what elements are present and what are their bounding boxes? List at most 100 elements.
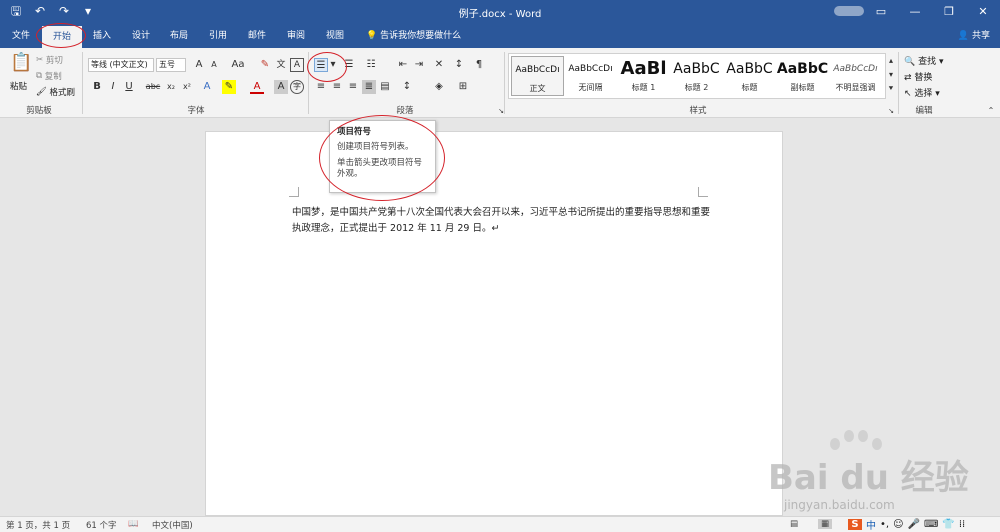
- chinese-layout-icon[interactable]: ✕: [432, 58, 446, 72]
- tab-review[interactable]: 审阅: [279, 24, 313, 48]
- show-marks-icon[interactable]: ¶: [472, 58, 486, 72]
- paragraph-group-label: 段落: [396, 106, 414, 116]
- tab-view[interactable]: 视图: [318, 24, 352, 48]
- pinyin-guide-icon[interactable]: 文: [274, 58, 288, 72]
- minimize-icon[interactable]: —: [898, 0, 932, 24]
- decrease-indent-icon[interactable]: ⇤: [396, 58, 410, 72]
- grow-font-icon[interactable]: A: [192, 58, 206, 72]
- baidu-watermark: Bai du 经验 jingyan.baidu.com: [768, 430, 978, 520]
- character-border-icon[interactable]: A: [290, 58, 304, 72]
- page-count[interactable]: 第 1 页，共 1 页: [6, 519, 70, 531]
- person-icon: 👤: [957, 31, 970, 41]
- tab-layout[interactable]: 布局: [162, 24, 196, 48]
- emoji-icon[interactable]: ☺: [893, 519, 903, 530]
- style-preview: AaBbC: [726, 61, 773, 77]
- collapse-ribbon-icon[interactable]: ⌃: [984, 104, 998, 118]
- underline-icon[interactable]: U: [122, 80, 136, 94]
- superscript-icon[interactable]: x²: [180, 80, 194, 94]
- shading-icon[interactable]: ◈: [432, 80, 446, 94]
- tab-file[interactable]: 文件: [6, 24, 36, 48]
- clear-formatting-icon[interactable]: ✎: [258, 58, 272, 72]
- toolbox-icon[interactable]: ⁞⁞: [959, 519, 965, 530]
- strikethrough-icon[interactable]: abc: [144, 80, 162, 94]
- share-button[interactable]: 👤 共享: [958, 24, 990, 48]
- tab-insert[interactable]: 插入: [86, 24, 118, 48]
- shrink-font-icon[interactable]: A: [207, 58, 221, 72]
- align-center-icon[interactable]: ≡: [330, 80, 344, 94]
- scissors-icon: ✂: [36, 55, 44, 65]
- paragraph-dialog-launcher-icon[interactable]: ↘: [494, 104, 508, 118]
- format-painter-button[interactable]: 🖌 格式刷: [36, 86, 75, 98]
- margin-corner-mark: [698, 187, 708, 197]
- style-item[interactable]: AaBbC 标题: [723, 56, 776, 96]
- line-spacing-icon[interactable]: ↕: [400, 80, 414, 94]
- style-item[interactable]: AaBbCcDı 正文: [511, 56, 564, 96]
- proofing-icon[interactable]: 📖: [128, 519, 139, 529]
- ime-toolbar: S 中 •, ☺ 🎤 ⌨ 👕 ⁞⁞: [848, 516, 965, 532]
- tab-references[interactable]: 引用: [201, 24, 235, 48]
- language[interactable]: 中文(中国): [152, 519, 193, 531]
- font-group-label: 字体: [187, 106, 205, 116]
- style-name: 标题 2: [684, 83, 709, 92]
- sogou-icon[interactable]: S: [848, 518, 862, 530]
- print-layout-icon[interactable]: ▦: [818, 519, 832, 529]
- close-icon[interactable]: ✕: [966, 0, 1000, 24]
- find-button[interactable]: 🔍 查找 ▾: [904, 54, 944, 67]
- read-mode-icon[interactable]: ▤: [790, 519, 798, 529]
- styles-scroll-up-icon[interactable]: ▴: [886, 54, 896, 68]
- lightbulb-icon: 💡: [366, 31, 378, 41]
- distributed-icon[interactable]: ▤: [378, 80, 392, 94]
- align-right-icon[interactable]: ≡: [346, 80, 360, 94]
- restore-icon[interactable]: ❐: [932, 0, 966, 24]
- font-name-combo[interactable]: 等线 (中文正文): [88, 58, 154, 72]
- borders-icon[interactable]: ⊞: [456, 80, 470, 94]
- paw-icon: [844, 430, 854, 442]
- copy-button[interactable]: ⧉ 复制: [36, 70, 62, 82]
- replace-button[interactable]: ⇄ 替换: [904, 70, 932, 83]
- word-count[interactable]: 61 个字: [86, 519, 117, 531]
- increase-indent-icon[interactable]: ⇥: [412, 58, 426, 72]
- ime-mode-icon[interactable]: 中: [866, 517, 876, 532]
- sort-icon[interactable]: ↕: [452, 58, 466, 72]
- paste-button[interactable]: 粘贴: [10, 80, 27, 92]
- styles-more-icon[interactable]: ⯆: [886, 82, 896, 96]
- document-page[interactable]: 中国梦，是中国共产党第十八次全国代表大会召开以来，习近平总书记所提出的重要指导思…: [205, 131, 783, 516]
- highlight-ring-home-tab: [36, 23, 86, 48]
- font-size-combo[interactable]: 五号: [156, 58, 186, 72]
- change-case-icon[interactable]: Aa: [228, 58, 248, 72]
- align-left-icon[interactable]: ≡: [314, 80, 328, 94]
- enclose-characters-icon[interactable]: 字: [290, 80, 304, 94]
- skin-icon[interactable]: 👕: [942, 519, 954, 530]
- cut-button[interactable]: ✂ 剪切: [36, 54, 63, 66]
- justify-icon[interactable]: ≣: [362, 80, 376, 94]
- tab-mailings[interactable]: 邮件: [240, 24, 274, 48]
- highlight-ring-tooltip: [319, 115, 445, 201]
- text-effects-icon[interactable]: A: [200, 80, 214, 94]
- ribbon-display-icon[interactable]: ▭: [864, 0, 898, 24]
- paste-icon[interactable]: 📋: [10, 54, 32, 78]
- punctuation-icon[interactable]: •,: [880, 519, 889, 530]
- subscript-icon[interactable]: x₂: [164, 80, 178, 94]
- styles-scroll-down-icon[interactable]: ▾: [886, 68, 896, 82]
- tell-me-label: 告诉我你想要做什么: [380, 31, 462, 41]
- styles-dialog-launcher-icon[interactable]: ↘: [884, 104, 898, 118]
- style-name: 不明显强调: [835, 83, 876, 92]
- style-item[interactable]: AaBbCcDı 无间隔: [564, 56, 617, 96]
- multilevel-list-icon[interactable]: ☷: [364, 58, 378, 72]
- microphone-icon[interactable]: 🎤: [908, 519, 920, 530]
- highlight-icon[interactable]: ✎: [222, 80, 236, 94]
- style-item[interactable]: AaBbCcDı 不明显强调: [829, 56, 882, 96]
- bold-icon[interactable]: B: [90, 80, 104, 94]
- select-button[interactable]: ↖ 选择 ▾: [904, 86, 940, 99]
- character-shading-icon[interactable]: A: [274, 80, 288, 94]
- keyboard-icon[interactable]: ⌨: [924, 519, 938, 530]
- styles-group-label: 样式: [689, 106, 707, 116]
- font-color-icon[interactable]: A: [250, 80, 264, 94]
- style-item[interactable]: AaBl 标题 1: [617, 56, 670, 96]
- italic-icon[interactable]: I: [106, 80, 120, 94]
- tell-me-box[interactable]: 💡 告诉我你想要做什么: [366, 24, 461, 48]
- style-item[interactable]: AaBbC 标题 2: [670, 56, 723, 96]
- document-paragraph[interactable]: 中国梦，是中国共产党第十八次全国代表大会召开以来，习近平总书记所提出的重要指导思…: [292, 205, 712, 237]
- tab-design[interactable]: 设计: [124, 24, 158, 48]
- style-item[interactable]: AaBbC 副标题: [776, 56, 829, 96]
